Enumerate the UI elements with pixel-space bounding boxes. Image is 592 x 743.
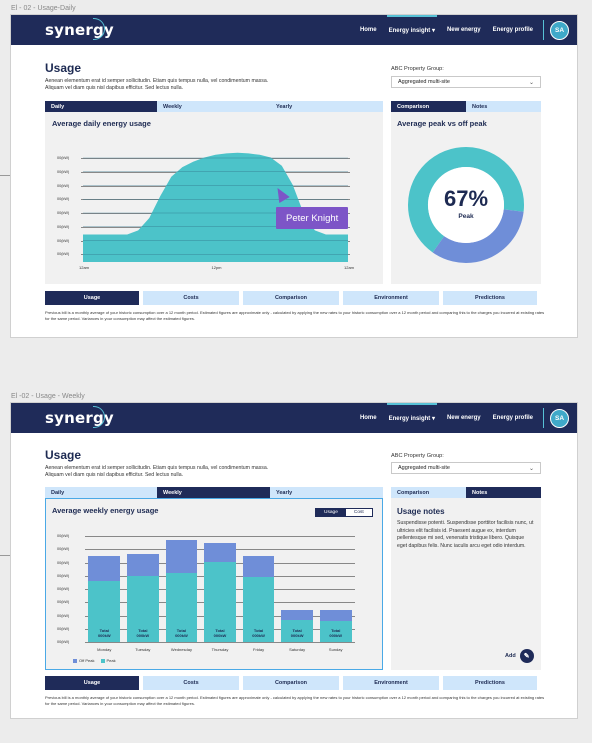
frame-label: El - 02 - Usage-Daily	[11, 5, 76, 12]
tab-comparison[interactable]: Comparison	[391, 101, 466, 112]
tab-daily[interactable]: Daily	[45, 487, 157, 498]
side-tabs: Comparison Notes	[391, 101, 541, 112]
nav-energy-insight[interactable]: Energy insight ▾	[383, 15, 441, 45]
chart-title: Average daily energy usage	[52, 119, 151, 128]
btab-usage[interactable]: Usage	[45, 291, 139, 305]
nav-energy-profile[interactable]: Energy profile	[487, 15, 539, 45]
connector-line	[0, 555, 10, 556]
notes-title: Usage notes	[397, 507, 445, 516]
page-title: Usage	[45, 448, 82, 462]
add-label: Add	[505, 653, 516, 659]
y-tick-label: 00(kW)	[57, 156, 70, 160]
main-nav: Home Energy insight ▾ New energy Energy …	[354, 403, 569, 433]
x-tick-label: 12am	[344, 265, 355, 270]
y-tick-label: 00(kW)	[57, 252, 70, 257]
footnote: Previous bill is a monthly average of yo…	[45, 310, 545, 321]
nav-energy-profile[interactable]: Energy profile	[487, 403, 539, 433]
tab-yearly[interactable]: Yearly	[270, 487, 383, 498]
period-tabs: Daily Weekly Yearly	[45, 101, 383, 112]
nav-new-energy[interactable]: New energy	[441, 403, 487, 433]
property-group-select[interactable]: Aggregated multi-site ⌄	[391, 76, 541, 88]
notes-panel: Usage notes Suspendisse potenti. Suspend…	[391, 498, 541, 670]
tab-comparison[interactable]: Comparison	[391, 487, 466, 498]
y-tick-label: 00(kW)	[57, 197, 70, 202]
donut-title: Average peak vs off peak	[397, 119, 487, 128]
selection-outline	[45, 498, 383, 670]
tab-weekly[interactable]: Weekly	[157, 487, 270, 498]
notes-text: Suspendisse potenti. Suspendisse porttit…	[397, 520, 534, 549]
page-title: Usage	[45, 61, 82, 75]
btab-environment[interactable]: Environment	[343, 676, 439, 690]
donut-label: Peak	[458, 213, 474, 220]
donut-value: 67%	[443, 186, 489, 211]
chevron-down-icon: ⌄	[528, 79, 534, 86]
bottom-tabs: Usage Costs Comparison Environment Predi…	[45, 676, 541, 690]
tab-notes[interactable]: Notes	[466, 487, 541, 498]
donut-panel: Average peak vs off peak 67% Peak	[391, 112, 541, 284]
chevron-down-icon: ⌄	[528, 465, 534, 472]
btab-costs[interactable]: Costs	[143, 291, 239, 305]
bottom-tabs: Usage Costs Comparison Environment Predi…	[45, 291, 541, 305]
add-note-button[interactable]: Add ✎	[505, 649, 534, 663]
nav-home[interactable]: Home	[354, 15, 383, 45]
footnote: Previous bill is a monthly average of yo…	[45, 695, 545, 706]
y-tick-label: 00(kW)	[57, 238, 70, 243]
connector-line	[0, 175, 10, 176]
nav-energy-insight[interactable]: Energy insight ▾	[383, 403, 441, 433]
design-canvas: El - 02 - Usage-Daily synergy Home Energ…	[0, 0, 592, 743]
main-nav: Home Energy insight ▾ New energy Energy …	[354, 15, 569, 45]
side-tabs: Comparison Notes	[391, 487, 541, 498]
property-group-label: ABC Property Group:	[391, 66, 444, 72]
pencil-icon: ✎	[519, 649, 534, 663]
nav-home[interactable]: Home	[354, 403, 383, 433]
user-avatar[interactable]: SA	[550, 20, 569, 40]
top-nav-bar: synergy Home Energy insight ▾ New energy…	[11, 403, 577, 433]
y-tick-label: 00(kW)	[57, 169, 70, 174]
daily-chart-panel: Average daily energy usage 00(kW) 00(kW) 0…	[45, 112, 383, 284]
tab-yearly[interactable]: Yearly	[270, 101, 383, 112]
y-tick-label: 00(kW)	[57, 224, 70, 229]
btab-comparison[interactable]: Comparison	[243, 291, 339, 305]
top-nav-bar: synergy Home Energy insight ▾ New energy…	[11, 15, 577, 45]
synergy-logo[interactable]: synergy	[45, 406, 114, 428]
period-tabs: Daily Weekly Yearly	[45, 487, 383, 498]
property-group-value: Aggregated multi-site	[398, 465, 450, 471]
btab-comparison[interactable]: Comparison	[243, 676, 339, 690]
tab-daily[interactable]: Daily	[45, 101, 157, 112]
nav-divider	[543, 20, 544, 40]
y-tick-label: 00(kW)	[57, 183, 70, 188]
user-avatar[interactable]: SA	[550, 408, 569, 428]
y-tick-label: 00(kW)	[57, 211, 70, 215]
artboard-daily: synergy Home Energy insight ▾ New energy…	[10, 14, 578, 338]
property-group-select[interactable]: Aggregated multi-site ⌄	[391, 462, 541, 474]
tab-weekly[interactable]: Weekly	[157, 101, 270, 112]
btab-costs[interactable]: Costs	[143, 676, 239, 690]
property-group-value: Aggregated multi-site	[398, 79, 450, 85]
nav-new-energy[interactable]: New energy	[441, 15, 487, 45]
page-description: Aenean elementum erat id semper sollicit…	[45, 78, 269, 91]
x-tick-label: 12am	[79, 265, 90, 270]
property-group-label: ABC Property Group:	[391, 453, 444, 459]
synergy-logo[interactable]: synergy	[45, 18, 114, 40]
nav-divider	[543, 408, 544, 428]
frame-label: El -02 - Usage - Weekly	[11, 393, 85, 400]
x-tick-label: 12pm	[211, 265, 222, 270]
btab-usage[interactable]: Usage	[45, 676, 139, 690]
btab-predictions[interactable]: Predictions	[443, 676, 537, 690]
tab-notes[interactable]: Notes	[466, 101, 541, 112]
artboard-weekly: synergy Home Energy insight ▾ New energy…	[10, 402, 578, 719]
btab-predictions[interactable]: Predictions	[443, 291, 537, 305]
btab-environment[interactable]: Environment	[343, 291, 439, 305]
page-description: Aenean elementum erat id semper sollicit…	[45, 465, 269, 478]
user-tooltip: Peter Knight	[276, 207, 349, 229]
